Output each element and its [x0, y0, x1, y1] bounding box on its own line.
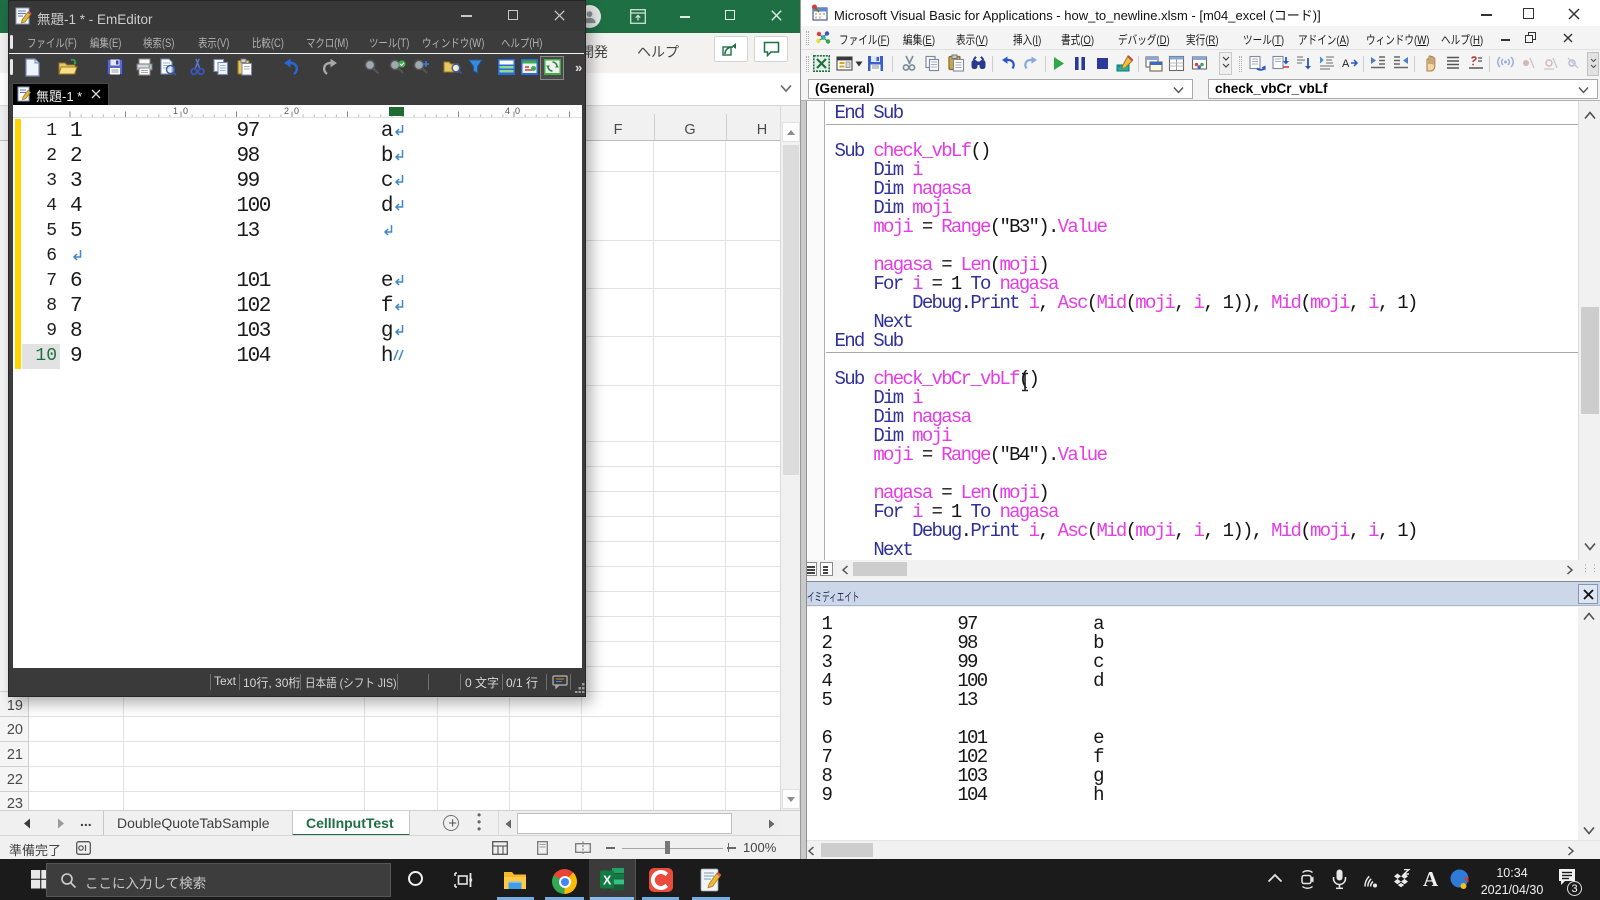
svg-text:X: X: [603, 874, 612, 888]
svg-text:A: A: [1342, 58, 1350, 70]
